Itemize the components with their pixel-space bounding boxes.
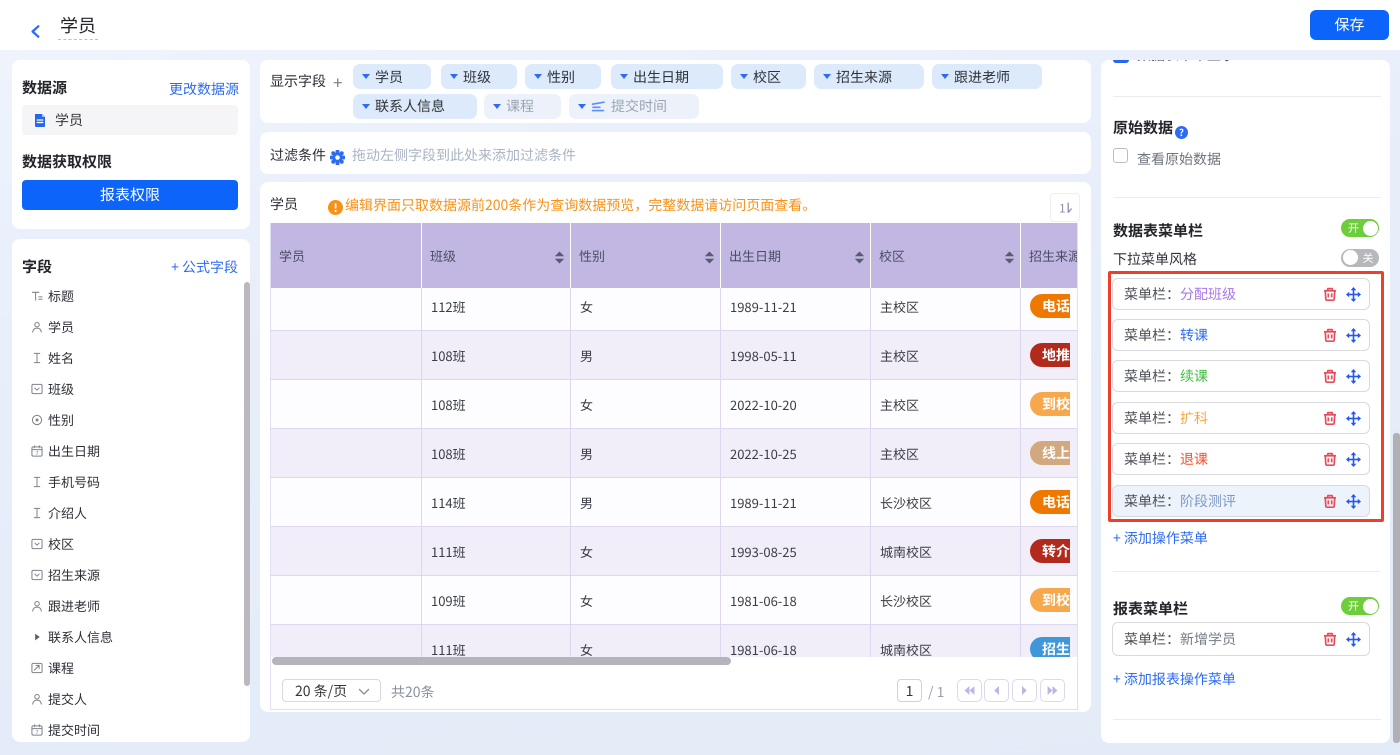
svg-text:1: 1: [1059, 200, 1066, 216]
svg-text:?: ?: [1179, 126, 1184, 139]
